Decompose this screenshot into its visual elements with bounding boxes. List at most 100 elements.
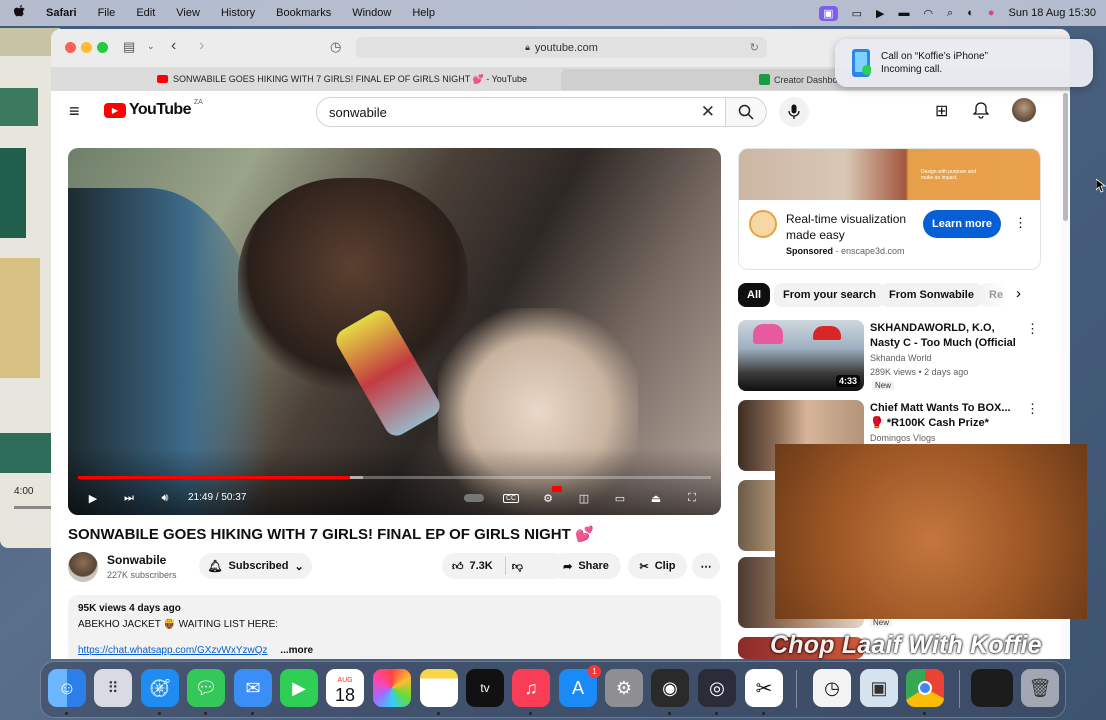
description-box[interactable]: 95K views 4 days ago ABEKHO JACKET 🤴🏾 WA… bbox=[68, 595, 721, 659]
ad-sponsored-line: Sponsored · enscape3d.com bbox=[786, 246, 905, 256]
mouse-cursor-icon bbox=[1096, 179, 1106, 193]
learn-more-button[interactable]: Learn more bbox=[923, 210, 1001, 238]
menu-edit[interactable]: Edit bbox=[136, 7, 155, 19]
messages-icon[interactable]: 💬︎ bbox=[187, 669, 225, 707]
trash-icon[interactable]: 🗑︎ bbox=[1021, 669, 1059, 707]
autoplay-toggle[interactable] bbox=[463, 487, 485, 509]
incoming-call-notification[interactable]: Call on “Koffie’s iPhone” Incoming call. bbox=[835, 39, 1093, 87]
zoom-window-button[interactable] bbox=[97, 42, 108, 53]
fullscreen-icon[interactable]: ⛶ bbox=[681, 487, 703, 509]
next-video-icon[interactable]: ⏭︎ bbox=[118, 487, 140, 509]
youtube-logo[interactable]: ▶ YouTube ZA bbox=[104, 99, 203, 119]
menu-file[interactable]: File bbox=[98, 7, 116, 19]
clip-button[interactable]: ✂ Clip bbox=[628, 553, 687, 579]
search-input[interactable]: sonwabile ✕ bbox=[316, 97, 726, 127]
screen-mirroring-icon[interactable]: ▣ bbox=[819, 5, 838, 21]
finder-icon[interactable]: ☺ bbox=[48, 669, 86, 707]
minimize-window-button[interactable] bbox=[81, 42, 92, 53]
safari-icon[interactable]: 🧭︎ bbox=[141, 669, 179, 707]
more-options-icon[interactable]: ⋮ bbox=[1026, 321, 1039, 337]
menu-safari[interactable]: Safari bbox=[46, 7, 77, 19]
chip-from-your-search[interactable]: From your search bbox=[774, 283, 885, 307]
display-icon[interactable]: ▭ bbox=[852, 7, 862, 20]
apple-menu-icon[interactable] bbox=[14, 5, 25, 21]
close-window-button[interactable] bbox=[65, 42, 76, 53]
miniplayer-icon[interactable]: ◫ bbox=[573, 487, 595, 509]
control-center-icon[interactable]: ◐ bbox=[967, 7, 974, 19]
share-button[interactable]: ➦ Share bbox=[551, 553, 621, 579]
notifications-bell-icon[interactable] bbox=[973, 102, 989, 119]
show-more-link[interactable]: ...more bbox=[280, 645, 313, 656]
recent-window-thumbnail[interactable] bbox=[971, 669, 1013, 707]
clock-icon[interactable]: ◷ bbox=[813, 669, 851, 707]
obs-icon[interactable]: ◎ bbox=[698, 669, 736, 707]
video-player[interactable]: ▶ ⏭︎ 🔊︎ 21:49 / 50:37 CC ⚙ ◫ ▭ ⏏︎ ⛶ bbox=[68, 148, 721, 515]
menu-window[interactable]: Window bbox=[352, 7, 391, 19]
system-settings-icon[interactable]: ⚙ bbox=[605, 669, 643, 707]
chip-from-sonwabile[interactable]: From Sonwabile bbox=[880, 283, 983, 307]
picture-in-picture-video[interactable] bbox=[775, 444, 1087, 619]
subscribed-button[interactable]: 🔔︎ Subscribed ⌄ bbox=[199, 553, 312, 579]
facetime-icon[interactable]: ▶︎ bbox=[280, 669, 318, 707]
photos-icon[interactable] bbox=[373, 669, 411, 707]
menu-help[interactable]: Help bbox=[412, 7, 435, 19]
notification-body: Incoming call. bbox=[881, 64, 943, 75]
menu-history[interactable]: History bbox=[221, 7, 255, 19]
preview-icon[interactable]: ▣ bbox=[860, 669, 898, 707]
search-button[interactable] bbox=[726, 97, 767, 127]
menu-bookmarks[interactable]: Bookmarks bbox=[276, 7, 331, 19]
chevron-right-icon[interactable]: › bbox=[1016, 285, 1021, 302]
spotlight-search-icon[interactable]: ⌕ bbox=[947, 7, 953, 20]
whatsapp-link[interactable]: https://chat.whatsapp.com/GXzvWxYzwQz bbox=[78, 645, 268, 656]
disk-utility-icon[interactable]: ◉ bbox=[651, 669, 689, 707]
chip-related[interactable]: Re bbox=[980, 283, 1006, 307]
progress-bar[interactable] bbox=[78, 476, 711, 479]
address-bar[interactable]: 🔒︎ youtube.com ↻ bbox=[356, 37, 767, 58]
chrome-icon[interactable] bbox=[906, 669, 944, 707]
search-query: sonwabile bbox=[329, 104, 387, 120]
captions-icon[interactable]: CC bbox=[500, 487, 522, 509]
dislike-button[interactable]: 👎︎ bbox=[512, 560, 523, 573]
now-playing-icon[interactable]: ▶ bbox=[876, 7, 884, 20]
calendar-icon[interactable]: AUG 18 bbox=[326, 669, 364, 707]
forward-button[interactable]: › bbox=[199, 37, 204, 55]
channel-name[interactable]: Sonwabile bbox=[107, 553, 166, 567]
ad-options-icon[interactable]: ⋮ bbox=[1014, 215, 1027, 231]
like-button[interactable]: 👍︎ 7.3K bbox=[452, 560, 493, 573]
account-avatar[interactable] bbox=[1012, 98, 1036, 122]
sponsored-ad-card[interactable]: Design with purpose and make an impact. … bbox=[738, 148, 1041, 270]
airplay-icon[interactable]: ⏏︎ bbox=[645, 487, 667, 509]
more-actions-button[interactable]: ⋯ bbox=[692, 553, 720, 579]
music-icon[interactable]: ♫ bbox=[512, 669, 550, 707]
reload-icon[interactable]: ↻ bbox=[750, 41, 759, 54]
play-icon[interactable]: ▶ bbox=[82, 487, 104, 509]
channel-avatar[interactable] bbox=[68, 552, 98, 582]
create-video-icon[interactable]: ⊞ bbox=[935, 101, 948, 121]
theater-mode-icon[interactable]: ▭ bbox=[609, 487, 631, 509]
notes-icon[interactable] bbox=[420, 669, 458, 707]
siri-icon[interactable]: ● bbox=[988, 7, 995, 19]
apple-tv-icon[interactable]: tv bbox=[466, 669, 504, 707]
back-button[interactable]: ‹ bbox=[171, 37, 176, 55]
sidebar-toggle-icon[interactable]: ▤ bbox=[123, 39, 135, 55]
battery-icon[interactable]: ▬ bbox=[898, 7, 909, 19]
clear-search-icon[interactable]: ✕ bbox=[701, 102, 715, 122]
chip-all[interactable]: All bbox=[738, 283, 771, 307]
scrollbar-thumb[interactable] bbox=[1063, 93, 1068, 221]
recommendation-item[interactable]: 4:33 SKHANDAWORLD, K.O, Nasty C - Too Mu… bbox=[738, 320, 1041, 392]
volume-icon[interactable]: 🔊︎ bbox=[154, 487, 176, 509]
menu-hamburger-icon[interactable]: ≡ bbox=[69, 101, 80, 122]
wifi-icon[interactable]: ◠ bbox=[923, 7, 933, 20]
mail-icon[interactable]: ✉ bbox=[234, 669, 272, 707]
voice-search-button[interactable] bbox=[779, 97, 809, 127]
more-options-icon[interactable]: ⋮ bbox=[1026, 401, 1039, 417]
history-clock-icon[interactable]: ◷ bbox=[330, 39, 341, 55]
tab-youtube[interactable]: SONWABILE GOES HIKING WITH 7 GIRLS! FINA… bbox=[127, 70, 557, 88]
launchpad-icon[interactable]: ⠿ bbox=[94, 669, 132, 707]
capcut-icon[interactable]: ✂ bbox=[745, 669, 783, 707]
chevron-down-icon[interactable]: ⌄ bbox=[147, 41, 155, 52]
menu-view[interactable]: View bbox=[176, 7, 200, 19]
video-thumbnail[interactable]: 4:33 bbox=[738, 320, 864, 391]
clock-datetime[interactable]: Sun 18 Aug 15:30 bbox=[1009, 7, 1096, 19]
new-badge: New bbox=[870, 618, 893, 627]
